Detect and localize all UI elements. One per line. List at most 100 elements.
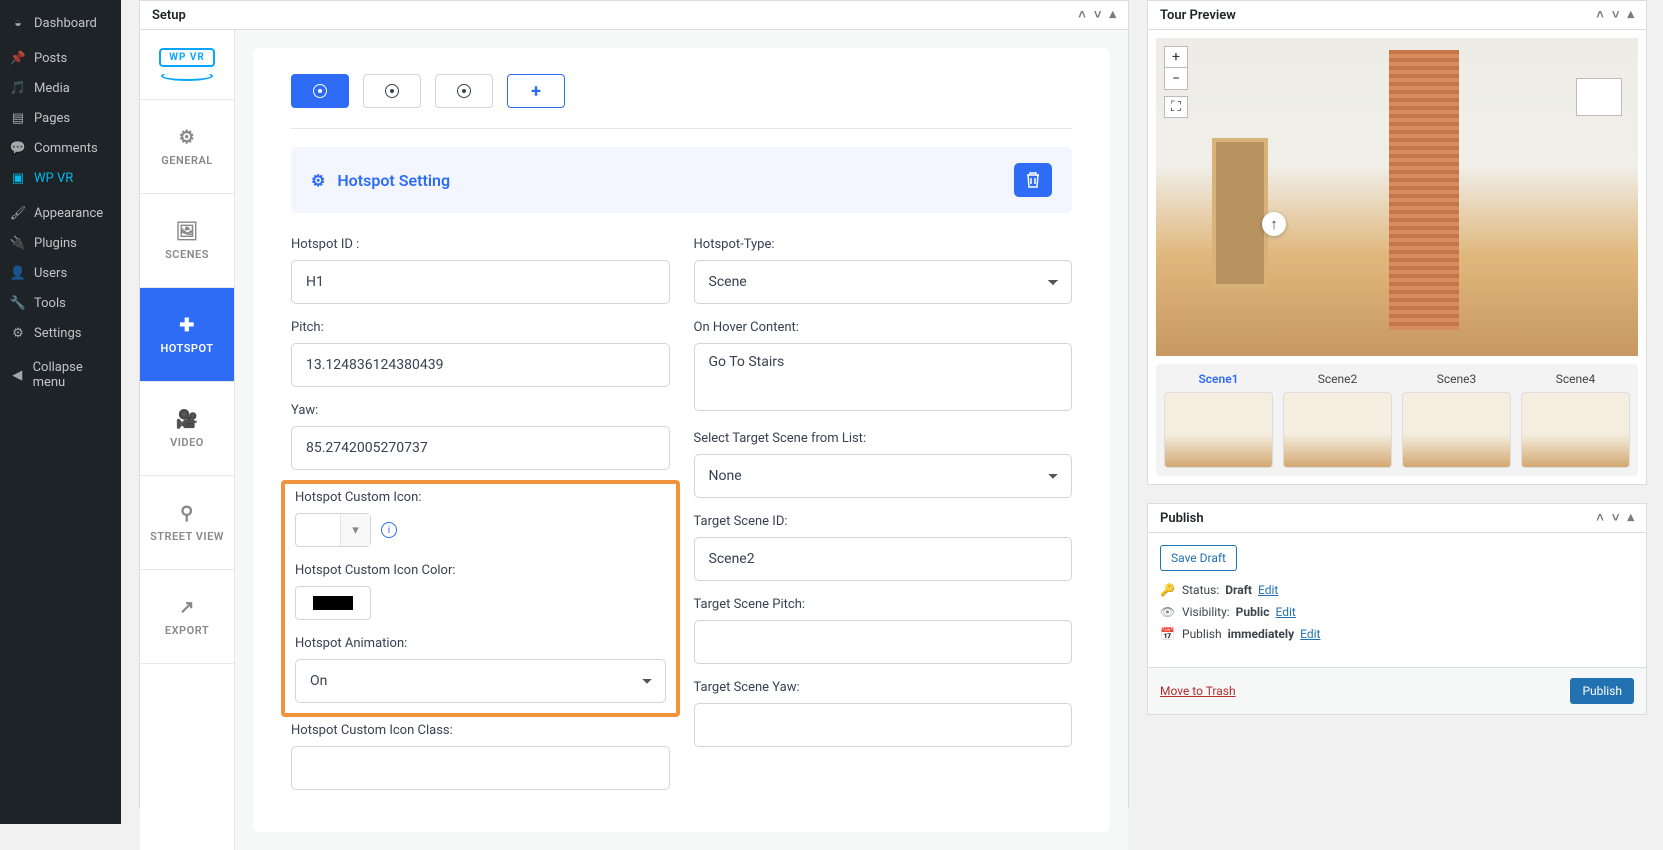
publish-button[interactable]: Publish (1570, 678, 1634, 704)
scene-thumb-2[interactable]: Scene2 (1283, 372, 1392, 468)
dashboard-icon: ◒ (10, 15, 26, 31)
hotspot-section-header: ⚙ Hotspot Setting (291, 147, 1072, 213)
tab-label: EXPORT (165, 624, 209, 637)
chevron-up-icon[interactable]: ˄ (1078, 7, 1086, 23)
label-pitch: Pitch: (291, 320, 670, 335)
preview-panel-header[interactable]: Tour Preview ˄ ˅ ▴ (1148, 1, 1646, 30)
wrench-icon: 🔧 (10, 295, 26, 311)
label-custom-icon: Hotspot Custom Icon: (295, 490, 666, 505)
tab-general[interactable]: ⚙GENERAL (140, 100, 234, 194)
label-on-hover: On Hover Content: (694, 320, 1073, 335)
pitch-input[interactable] (291, 343, 670, 387)
menu-label: Media (34, 81, 70, 96)
icon-color-picker[interactable] (295, 586, 371, 620)
tab-scenes[interactable]: 🖼SCENES (140, 194, 234, 288)
delete-hotspot-button[interactable] (1014, 163, 1052, 197)
hotspot-tabs: + (291, 74, 1072, 108)
scene-label: Scene3 (1437, 372, 1477, 386)
tab-hotspot[interactable]: ✚HOTSPOT (140, 288, 234, 382)
target-pitch-input[interactable] (694, 620, 1073, 664)
yaw-input[interactable] (291, 426, 670, 470)
pin-icon: ⚲ (180, 503, 194, 524)
export-icon: ↗ (179, 597, 195, 618)
triangle-up-icon[interactable]: ▴ (1109, 7, 1116, 23)
menu-wpvr[interactable]: ▣WP VR (0, 163, 121, 193)
menu-plugins[interactable]: 🔌Plugins (0, 228, 121, 258)
setup-panel-header[interactable]: Setup ˄ ˅ ▴ (140, 1, 1128, 30)
menu-collapse[interactable]: ◀Collapse menu (0, 353, 121, 397)
chevron-up-icon[interactable]: ˄ (1596, 7, 1604, 23)
chevron-down-icon[interactable]: ˅ (1094, 7, 1102, 23)
panel-title: Tour Preview (1160, 8, 1236, 23)
crosshair-icon: ✚ (179, 315, 195, 336)
menu-dashboard[interactable]: ◒Dashboard (0, 8, 121, 38)
menu-label: Posts (34, 51, 67, 66)
menu-label: Tools (34, 296, 66, 311)
icon-class-input[interactable] (291, 746, 670, 790)
panorama-preview[interactable]: + − ⛶ ↑ (1156, 38, 1638, 356)
triangle-up-icon[interactable]: ▴ (1627, 510, 1634, 526)
on-hover-textarea[interactable] (694, 343, 1073, 411)
target-scene-select[interactable]: None (694, 454, 1073, 498)
edit-schedule-link[interactable]: Edit (1300, 627, 1320, 641)
setup-panel: Setup ˄ ˅ ▴ WP VR ⚙GENERAL 🖼SCENES ✚HOTS… (139, 0, 1129, 808)
target-yaw-input[interactable] (694, 703, 1073, 747)
chevron-down-icon[interactable]: ˅ (1612, 510, 1620, 526)
menu-label: Plugins (34, 236, 77, 251)
hotspot-add-button[interactable]: + (507, 74, 565, 108)
menu-label: Settings (34, 326, 81, 341)
move-to-trash-link[interactable]: Move to Trash (1160, 684, 1236, 698)
vertical-tabs: WP VR ⚙GENERAL 🖼SCENES ✚HOTSPOT 🎥VIDEO ⚲… (140, 30, 235, 850)
tab-video[interactable]: 🎥VIDEO (140, 382, 234, 476)
scene-thumb-1[interactable]: Scene1 (1164, 372, 1273, 468)
scene-label: Scene4 (1556, 372, 1596, 386)
scene-thumb-4[interactable]: Scene4 (1521, 372, 1630, 468)
menu-comments[interactable]: 💬 Comments (0, 133, 121, 163)
tab-export[interactable]: ↗ EXPORT (140, 570, 234, 664)
publish-panel-header[interactable]: Publish ˄ ˅ ▴ (1148, 504, 1646, 533)
tab-streetview[interactable]: ⚲STREET VIEW (140, 476, 234, 570)
menu-tools[interactable]: 🔧 Tools (0, 288, 121, 318)
target-scene-id-input[interactable] (694, 537, 1073, 581)
custom-icon-picker[interactable] (295, 513, 371, 547)
hotspot-tab-2[interactable] (363, 74, 421, 108)
chevron-down-icon[interactable]: ˅ (1612, 7, 1620, 23)
save-draft-button[interactable]: Save Draft (1160, 545, 1237, 571)
label-yaw: Yaw: (291, 403, 670, 418)
fullscreen-button[interactable]: ⛶ (1164, 96, 1188, 118)
menu-users[interactable]: 👤Users (0, 258, 121, 288)
status-value: Draft (1225, 583, 1252, 597)
hotspot-marker[interactable]: ↑ (1262, 212, 1286, 236)
hotspot-id-input[interactable] (291, 260, 670, 304)
comments-icon: 💬 (10, 140, 26, 156)
panel-title: Setup (152, 8, 186, 23)
eye-icon: 👁 (1160, 605, 1176, 619)
menu-pages[interactable]: ▤Pages (0, 103, 121, 133)
chevron-down-icon (340, 514, 370, 546)
menu-label: Appearance (34, 206, 103, 221)
schedule-row: 📅 Publish immediately Edit (1160, 627, 1634, 641)
scene-label: Scene1 (1198, 372, 1238, 386)
scene-thumb-3[interactable]: Scene3 (1402, 372, 1511, 468)
menu-media[interactable]: 🎵Media (0, 73, 121, 103)
chevron-up-icon[interactable]: ˄ (1596, 510, 1604, 526)
brush-icon: 🖌 (10, 205, 26, 221)
edit-status-link[interactable]: Edit (1258, 583, 1278, 597)
hotspot-tab-3[interactable] (435, 74, 493, 108)
menu-label: Comments (34, 141, 98, 156)
edit-visibility-link[interactable]: Edit (1275, 605, 1295, 619)
visibility-value: Public (1236, 605, 1270, 619)
hotspot-type-select[interactable]: Scene (694, 260, 1073, 304)
menu-posts[interactable]: 📌Posts (0, 43, 121, 73)
zoom-out-button[interactable]: − (1164, 68, 1188, 90)
trash-icon (1025, 171, 1041, 189)
menu-settings[interactable]: ⚙Settings (0, 318, 121, 348)
info-icon[interactable]: i (381, 522, 397, 538)
wpvr-logo: WP VR (140, 30, 234, 100)
menu-appearance[interactable]: 🖌 Appearance (0, 198, 121, 228)
zoom-in-button[interactable]: + (1164, 46, 1188, 68)
label-icon-class: Hotspot Custom Icon Class: (291, 723, 670, 738)
hotspot-tab-1[interactable] (291, 74, 349, 108)
animation-select[interactable]: On (295, 659, 666, 703)
triangle-up-icon[interactable]: ▴ (1627, 7, 1634, 23)
